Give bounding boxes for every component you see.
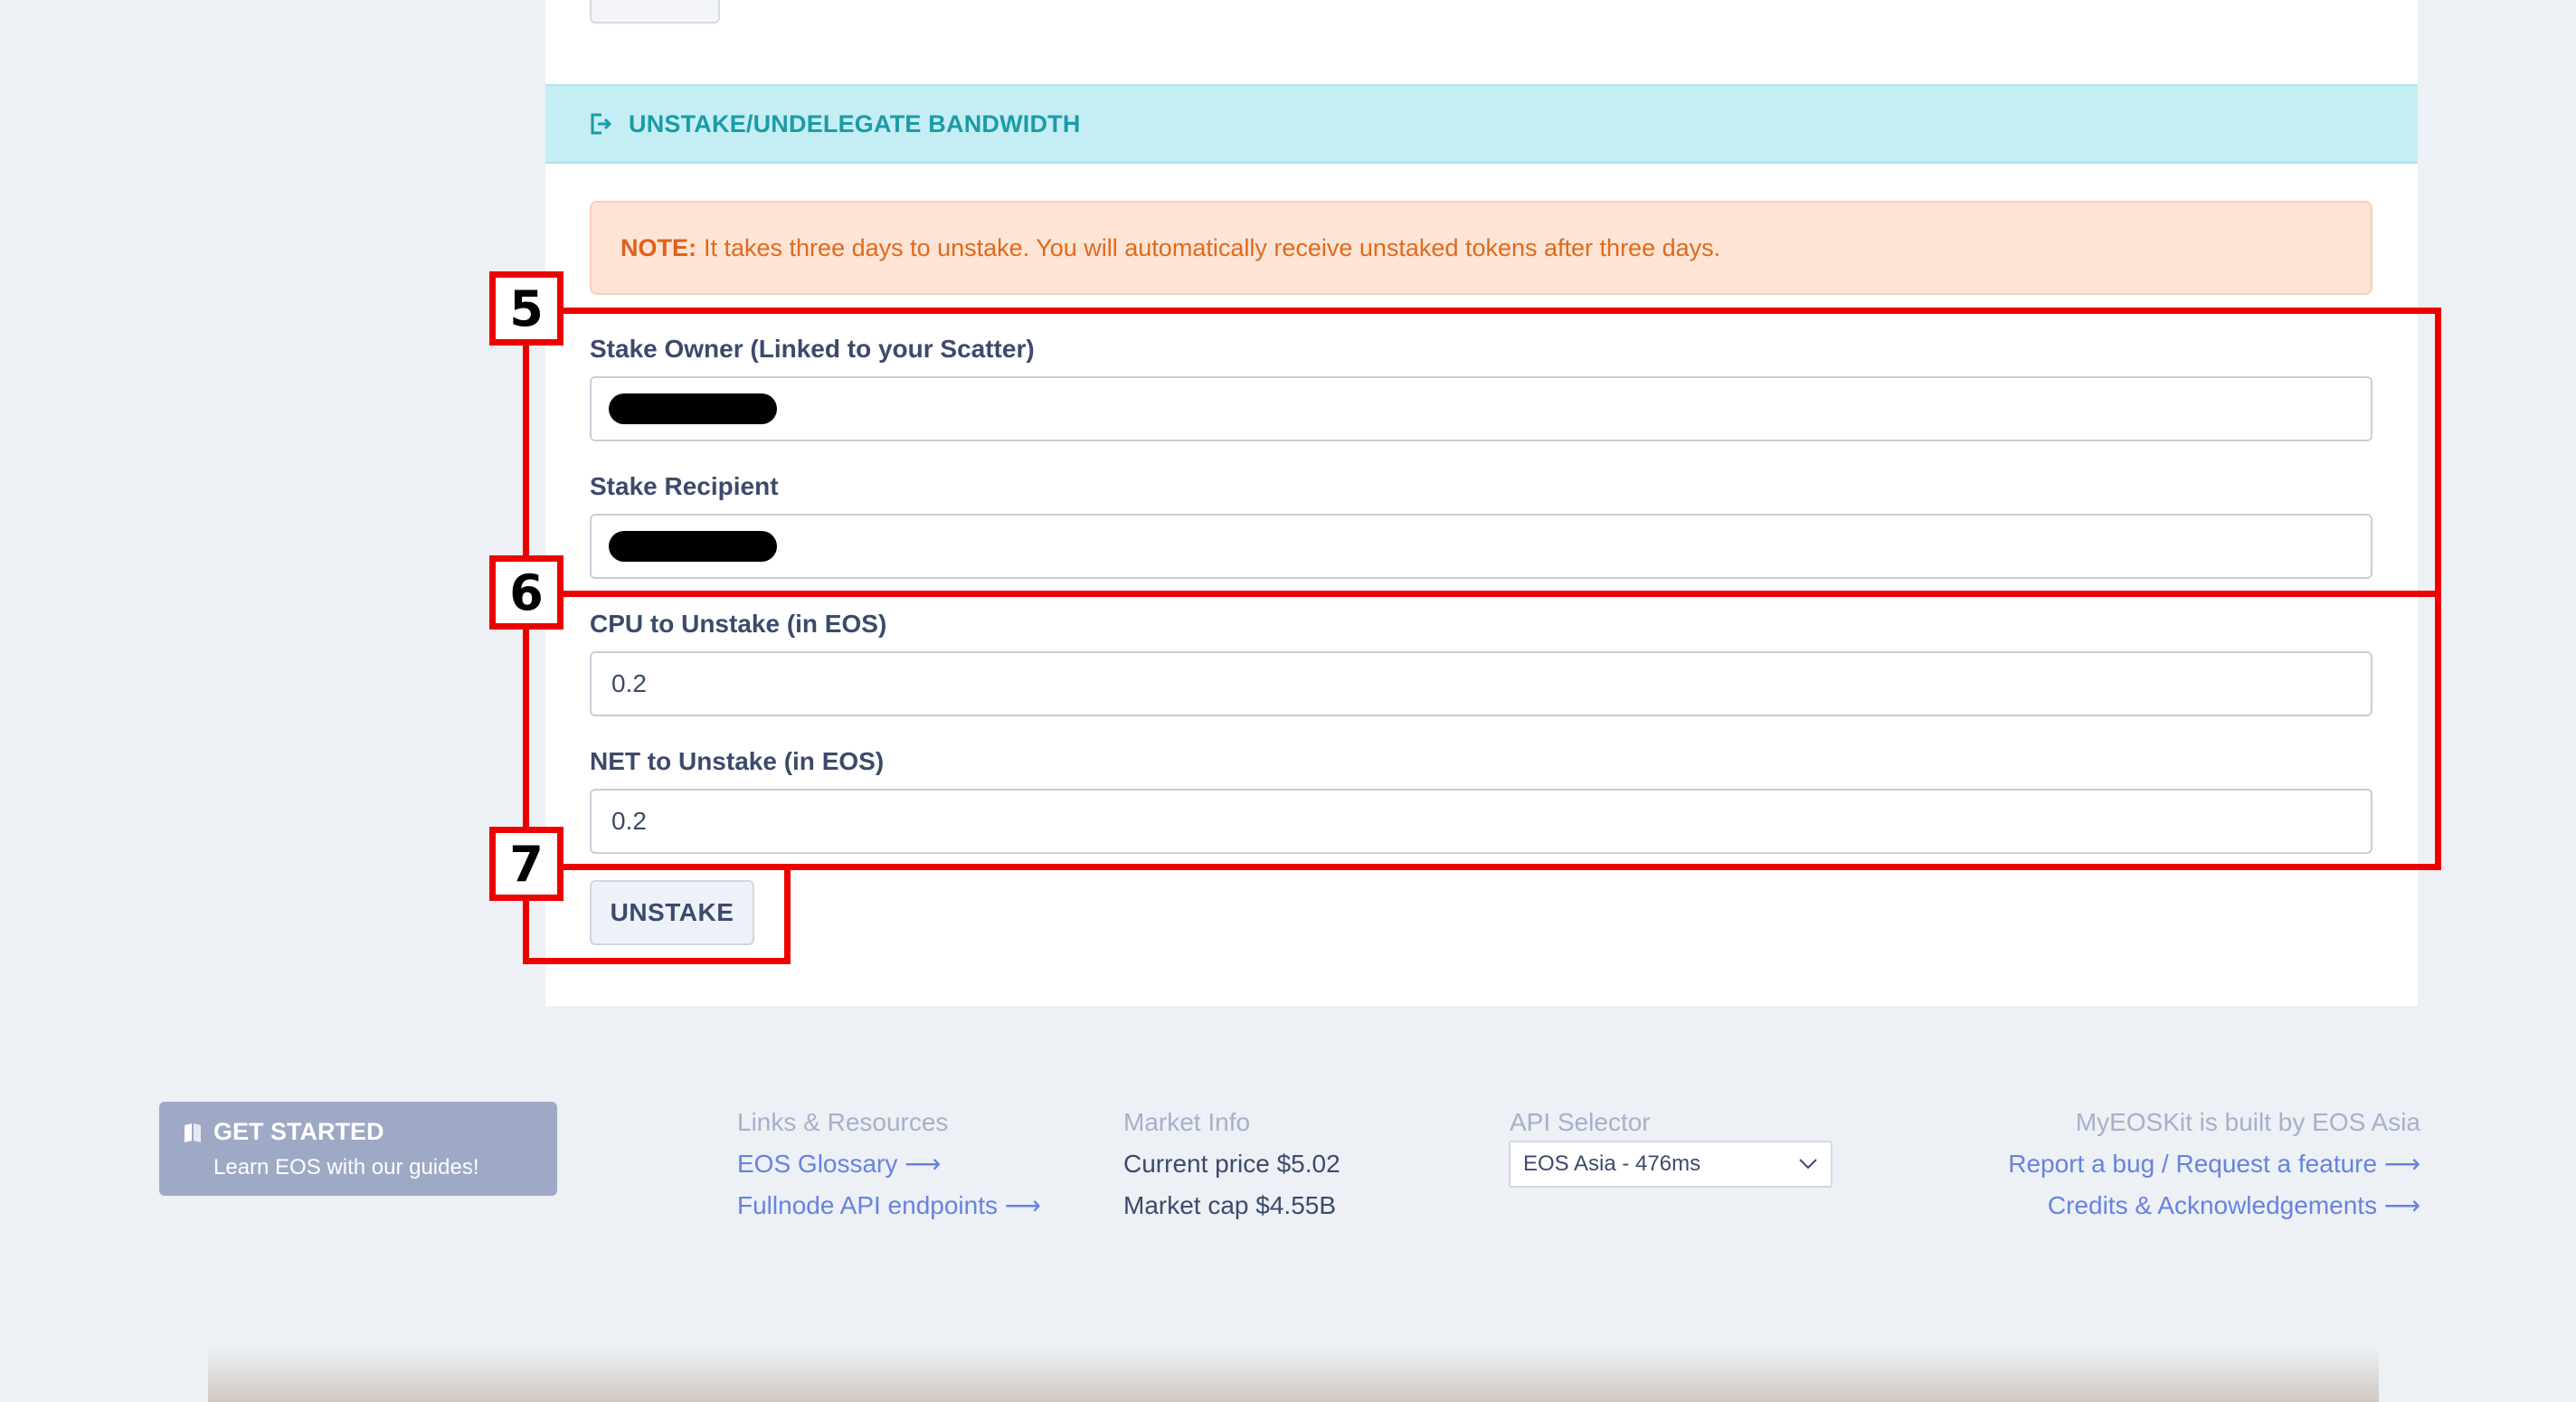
- api-selector-dropdown[interactable]: EOS Asia - 476ms: [1509, 1141, 1833, 1188]
- note-text: It takes three days to unstake. You will…: [704, 233, 1721, 261]
- report-bug-link[interactable]: Report a bug / Request a feature ⟶: [2008, 1143, 2420, 1185]
- section-title: UNSTAKE/UNDELEGATE BANDWIDTH: [629, 109, 1081, 137]
- current-price: Current price $5.02: [1123, 1150, 1340, 1178]
- annotation-label-6: 6: [489, 555, 564, 630]
- note-label: NOTE:: [620, 233, 696, 261]
- chevron-down-icon: [1799, 1159, 1817, 1170]
- eos-glossary-link[interactable]: EOS Glossary ⟶: [737, 1143, 1041, 1185]
- footer-right-column: MyEOSKit is built by EOS Asia Report a b…: [2008, 1102, 2420, 1227]
- footer-links-column: Links & Resources EOS Glossary ⟶ Fullnod…: [737, 1102, 1041, 1227]
- previous-section-button[interactable]: [590, 0, 720, 24]
- get-started-subtitle: Learn EOS with our guides!: [213, 1155, 479, 1179]
- built-by-text: MyEOSKit is built by EOS Asia: [2075, 1108, 2420, 1136]
- annotation-label-7: 7: [489, 827, 564, 901]
- book-icon: [185, 1123, 201, 1142]
- get-started-title-row: GET STARTED: [181, 1118, 557, 1146]
- footer-market-column: Market Info Current price $5.02 Market c…: [1123, 1102, 1340, 1227]
- annotation-box-5: [523, 308, 2441, 597]
- sign-out-icon: [589, 111, 614, 137]
- annotation-box-6: [523, 591, 2441, 870]
- api-heading: API Selector: [1510, 1108, 1651, 1136]
- credits-link[interactable]: Credits & Acknowledgements ⟶: [2008, 1185, 2420, 1227]
- section-header: UNSTAKE/UNDELEGATE BANDWIDTH: [545, 84, 2418, 164]
- unstake-note: NOTE: It takes three days to unstake. Yo…: [590, 201, 2372, 295]
- market-heading: Market Info: [1123, 1108, 1251, 1136]
- footer-api-column: API Selector: [1510, 1102, 1651, 1143]
- fullnode-api-link[interactable]: Fullnode API endpoints ⟶: [737, 1185, 1041, 1227]
- get-started-banner[interactable]: GET STARTED Learn EOS with our guides!: [159, 1102, 557, 1196]
- annotation-label-5: 5: [489, 271, 564, 346]
- get-started-title: GET STARTED: [213, 1118, 384, 1145]
- market-cap: Market cap $4.55B: [1123, 1191, 1337, 1219]
- bottom-shadow: [208, 1348, 2379, 1402]
- api-selected-value: EOS Asia - 476ms: [1523, 1151, 1701, 1176]
- links-heading: Links & Resources: [737, 1108, 949, 1136]
